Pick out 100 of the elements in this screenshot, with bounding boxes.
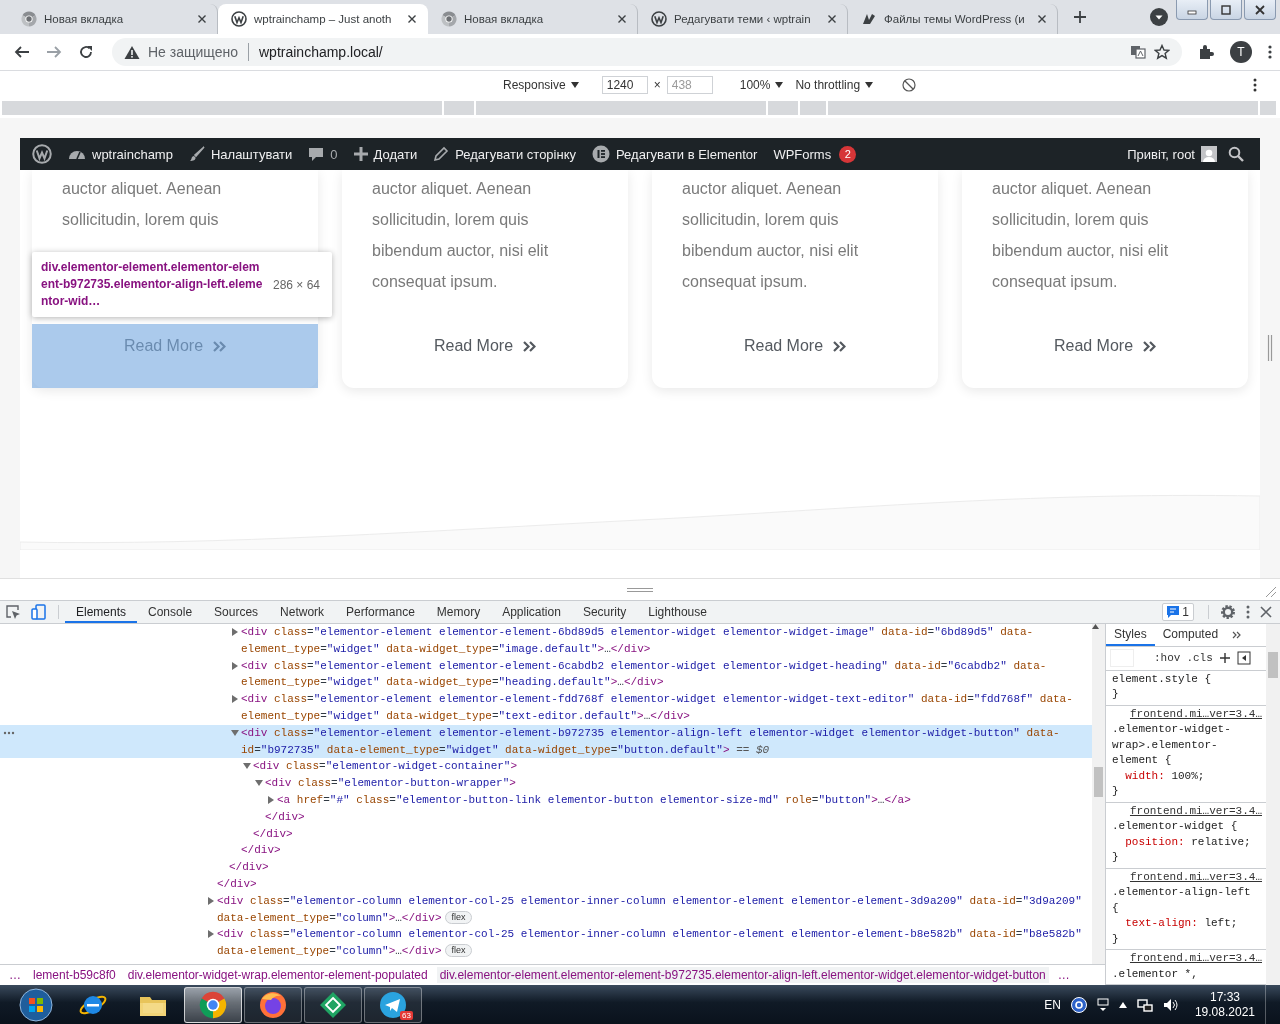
dom-node-tag[interactable]: <div class="elementor-element elementor-element-6cabdb2 elementor-widget elementor-widget-heading" data-id="6cabdb2" data-element_type="widget" data-widget_type="heading.default">…</div> [241,657,1084,692]
device-toolbar-icon[interactable] [31,604,47,620]
network-icon[interactable] [1136,996,1153,1013]
admin-bar-item[interactable]: Редагувати сторінку [428,138,581,170]
closing-tag[interactable]: </div> [217,875,257,893]
expand-arrow-icon[interactable] [207,896,215,905]
stylesheet-link[interactable]: frontend.mi…ver=3.4… [1112,706,1262,722]
stylesheet-link[interactable]: frontend.mi…ver=3.4… [1112,951,1262,967]
clock[interactable]: 17:33 19.08.2021 [1194,989,1255,1020]
expand-arrow-icon[interactable] [231,728,239,737]
devtools-tab[interactable]: Elements [65,603,138,623]
closing-tag[interactable]: </div> [253,825,293,843]
styles-tab[interactable]: Styles [1106,624,1155,646]
more-dots-icon[interactable] [3,730,15,735]
admin-bar-item[interactable]: 0 [303,138,343,170]
css-declaration[interactable]: width: 100%; [1112,768,1262,784]
issues-button[interactable]: 1 [1162,603,1194,621]
browser-tab[interactable]: wptrainchamp – Just anoth [218,4,428,34]
breadcrumb-item[interactable]: … [6,967,24,983]
address-field[interactable]: Не защищено wptrainchamp.local/ [112,38,1182,66]
close-icon[interactable] [1260,606,1272,618]
menu-icon[interactable] [1268,44,1272,60]
width-field[interactable]: 1240 [601,75,648,94]
devtools-tab[interactable]: Sources [203,603,270,623]
admin-bar-item[interactable]: wptrainchamp [63,138,178,170]
sidebar-toggle-icon[interactable] [1236,651,1251,666]
tab-search-icon[interactable] [1150,8,1168,26]
stylesheet-link[interactable]: frontend.mi…ver=3.4… [1112,869,1262,885]
wordpress-icon[interactable] [32,144,52,164]
dom-node-tag[interactable]: <div class="elementor-column elementor-col-25 elementor-inner-column elementor-element elementor-element-3d9a209" data-id="3d9a209" data-element_type="column">…</div> flex [217,892,1084,927]
expand-arrow-icon[interactable] [231,628,239,636]
translate-icon[interactable] [1130,44,1146,60]
device-dropdown[interactable]: Responsive [500,75,582,94]
scroll-thumb[interactable] [1268,652,1278,678]
expand-arrow-icon[interactable] [231,661,239,670]
more-tabs-icon[interactable] [1232,630,1243,639]
styles-tab[interactable]: Computed [1154,624,1227,646]
dom-node-tag[interactable]: <div class="elementor-button-wrapper"> [265,775,1084,792]
dom-node-tag[interactable]: <div class="elementor-column elementor-col-25 elementor-inner-column elementor-element elementor-element-b8e582b" data-id="b8e582b" data-element_type="column">…</div> flex [217,926,1084,960]
admin-bar-item[interactable]: WPForms 2 [768,138,862,170]
taskbar-button[interactable] [184,986,242,1023]
class-toggle[interactable]: .cls [1186,652,1213,665]
start-orb-icon[interactable] [19,987,53,1022]
scroll-thumb[interactable] [1094,767,1103,797]
zoom-dropdown[interactable]: 100% [736,75,787,94]
read-more-button[interactable]: Read More [1045,324,1165,368]
admin-bar-item[interactable]: Привіт, root [1122,138,1222,170]
resize-grip-icon[interactable] [627,586,653,593]
breadcrumb-item[interactable]: … [1054,967,1073,983]
expand-arrow-icon[interactable] [267,795,275,804]
language-indicator[interactable]: EN [1044,997,1061,1012]
search-icon[interactable] [1228,146,1244,162]
admin-bar-item[interactable]: Редагувати в Elementor [587,138,763,170]
hover-toggle[interactable]: :hov [1154,652,1181,665]
expand-arrow-icon[interactable] [231,695,239,704]
inspect-icon[interactable] [5,604,21,620]
dom-node-tag[interactable]: <a href="#" class="elementor-button-link elementor-button elementor-size-md" role="button">…</a> [277,791,1084,809]
resize-grip-icon[interactable] [1267,335,1273,361]
css-declaration[interactable]: position: relative; [1112,834,1262,850]
admin-bar-item[interactable]: Додати [348,138,423,170]
dom-node-tag[interactable]: <div class="elementor-widget-container"> [253,758,1084,776]
dom-node-tag[interactable]: <div class="elementor-element elementor-element-fdd768f elementor-widget elementor-widget-text-editor" data-id="fdd768f" data-element_type="widget" data-widget_type="text-editor.default">…</div> [241,691,1084,725]
taskbar-button[interactable] [304,986,362,1023]
rotate-icon[interactable] [902,77,917,92]
breadcrumb-item[interactable]: div.elementor-element.elementor-element-b972735.elementor-align-left.elementor-widget.elementor-widget-button [436,967,1049,983]
puzzle-icon[interactable] [1198,44,1214,60]
closing-tag[interactable]: </div> [229,859,269,876]
reload-icon[interactable] [78,44,94,60]
stylesheet-link[interactable]: frontend.mi…ver=3.4… [1112,803,1262,819]
bookmark-star-icon[interactable] [1154,44,1170,60]
resize-corner-icon[interactable] [1266,587,1276,597]
dom-node-tag[interactable]: <div class="elementor-element elementor-element-6bd89d5 elementor-widget elementor-widget-image" data-id="6bd89d5" data-element_type="widget" data-widget_type="image.default">…</div> [241,624,1084,658]
css-declaration[interactable]: text-align: left; [1112,916,1262,932]
help-icon[interactable] [1070,996,1087,1013]
new-tab-icon[interactable] [1073,9,1087,24]
closing-tag[interactable]: </div> [241,842,281,860]
throttling-dropdown[interactable]: No throttling [792,75,877,94]
devtools-tab[interactable]: Lighthouse [637,603,718,623]
height-field[interactable]: 438 [666,75,713,94]
devtools-tab[interactable]: Console [137,603,204,623]
scrollbar[interactable] [1266,624,1280,985]
closing-tag[interactable]: </div> [265,808,305,826]
devtools-tab[interactable]: Network [269,603,336,623]
read-more-button[interactable]: Read More [425,324,545,368]
restore-icon[interactable] [1220,4,1232,15]
menu-icon[interactable] [1253,77,1257,92]
close-icon[interactable] [1254,4,1266,15]
devtools-tab[interactable]: Memory [425,603,492,623]
breadcrumb-item[interactable]: lement-b59c8f0 [30,967,119,983]
devtools-tab[interactable]: Application [491,603,572,623]
expand-arrow-icon[interactable] [243,762,251,771]
admin-bar-item[interactable]: Налаштувати [183,138,298,170]
profile-avatar[interactable]: T [1230,41,1252,63]
breadcrumb-item[interactable]: div.elementor-widget-wrap.elementor-element-populated [124,967,431,983]
expand-arrow-icon[interactable] [255,779,263,788]
scrollbar[interactable] [1092,624,1105,964]
menu-icon[interactable] [1246,605,1250,619]
show-hidden-icon[interactable] [1118,1001,1127,1008]
settings-icon[interactable] [1220,604,1236,620]
add-rule-icon[interactable] [1218,652,1231,665]
